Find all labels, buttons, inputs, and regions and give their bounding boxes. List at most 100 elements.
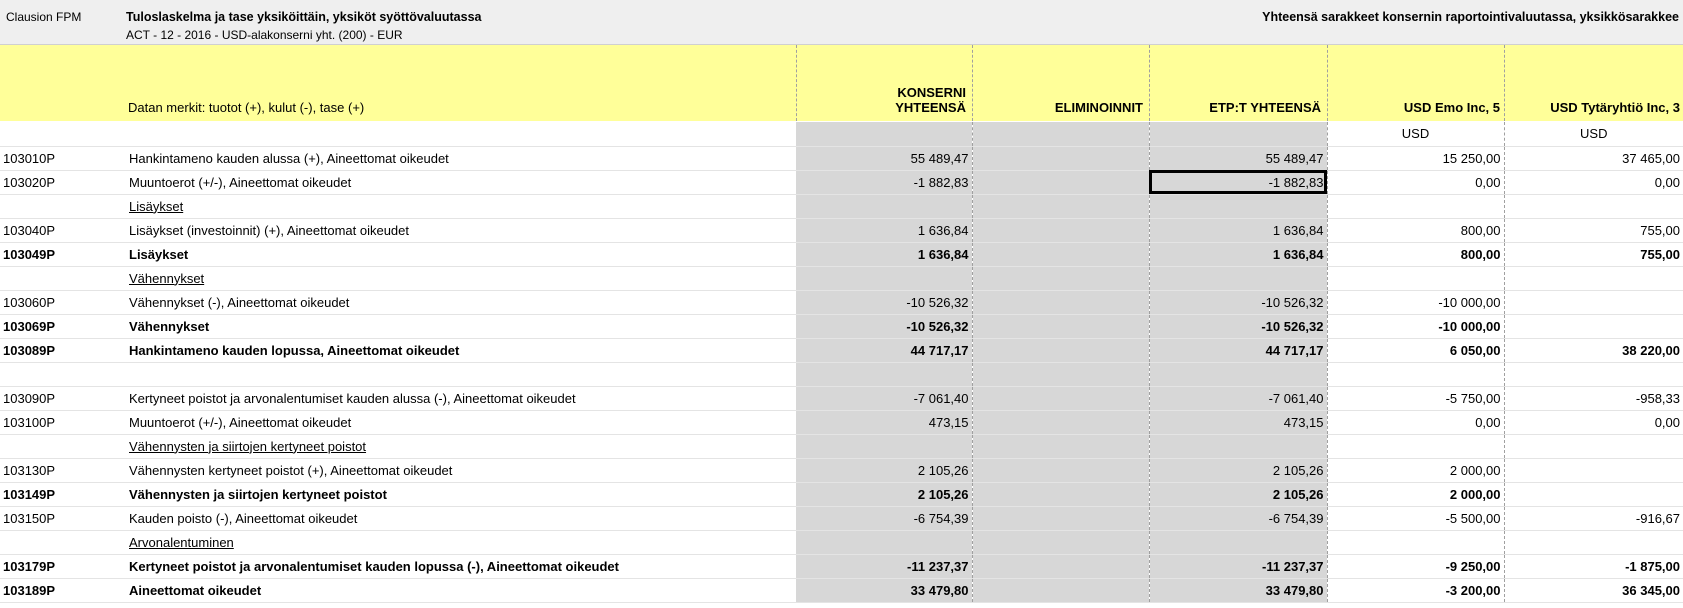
cell-usd-tytaryhtio[interactable] — [1504, 482, 1683, 507]
cell-usd-tytaryhtio[interactable] — [1504, 266, 1683, 291]
cell-konserni[interactable]: -6 754,39 — [796, 506, 973, 531]
cell-usd-emo[interactable]: -3 200,00 — [1327, 578, 1505, 603]
cell-code[interactable]: 103150P — [0, 506, 126, 531]
cell-code[interactable] — [0, 266, 126, 291]
cell-code[interactable] — [0, 122, 126, 147]
cell-etp[interactable]: 2 105,26 — [1149, 482, 1328, 507]
cell-usd-tytaryhtio[interactable]: 755,00 — [1504, 218, 1683, 243]
cell-eliminoinnit[interactable] — [972, 122, 1150, 147]
cell-code[interactable]: 103060P — [0, 290, 126, 315]
cell-usd-tytaryhtio[interactable] — [1504, 290, 1683, 315]
cell-desc[interactable]: Kertyneet poistot ja arvonalentumiset ka… — [126, 554, 796, 579]
cell-desc[interactable]: Vähennykset — [126, 314, 796, 339]
cell-etp[interactable] — [1149, 266, 1328, 291]
cell-usd-tytaryhtio[interactable]: 36 345,00 — [1504, 578, 1683, 603]
cell-desc[interactable]: Vähennysten ja siirtojen kertyneet poist… — [126, 434, 796, 459]
cell-desc[interactable]: Arvonalentuminen — [126, 530, 796, 555]
cell-desc[interactable]: Vähennysten kertyneet poistot (+), Ainee… — [126, 458, 796, 483]
cell-usd-tytaryhtio[interactable]: 0,00 — [1504, 410, 1683, 435]
cell-konserni[interactable] — [796, 194, 973, 219]
cell-usd-emo[interactable] — [1327, 266, 1505, 291]
cell-konserni[interactable]: 2 105,26 — [796, 482, 973, 507]
cell-usd-tytaryhtio[interactable] — [1504, 530, 1683, 555]
cell-desc[interactable]: Muuntoerot (+/-), Aineettomat oikeudet — [126, 410, 796, 435]
cell-code[interactable]: 103189P — [0, 578, 126, 603]
desc-column-header[interactable]: Datan merkit: tuotot (+), kulut (-), tas… — [128, 100, 364, 115]
cell-konserni[interactable]: -7 061,40 — [796, 386, 973, 411]
cell-usd-tytaryhtio[interactable]: 0,00 — [1504, 170, 1683, 195]
cell-etp[interactable]: -6 754,39 — [1149, 506, 1328, 531]
cell-eliminoinnit[interactable] — [972, 242, 1150, 267]
cell-konserni[interactable]: 44 717,17 — [796, 338, 973, 363]
cell-usd-emo[interactable] — [1327, 362, 1505, 387]
cell-usd-emo[interactable]: -10 000,00 — [1327, 314, 1505, 339]
cell-usd-tytaryhtio[interactable] — [1504, 458, 1683, 483]
cell-usd-tytaryhtio[interactable]: 38 220,00 — [1504, 338, 1683, 363]
cell-usd-emo[interactable]: 0,00 — [1327, 410, 1505, 435]
cell-desc[interactable]: Vähennykset (-), Aineettomat oikeudet — [126, 290, 796, 315]
cell-desc[interactable]: Vähennykset — [126, 266, 796, 291]
cell-eliminoinnit[interactable] — [972, 362, 1150, 387]
cell-konserni[interactable]: -10 526,32 — [796, 290, 973, 315]
cell-konserni[interactable] — [796, 362, 973, 387]
cell-eliminoinnit[interactable] — [972, 170, 1150, 195]
cell-code[interactable]: 103049P — [0, 242, 126, 267]
cell-konserni[interactable] — [796, 266, 973, 291]
cell-etp[interactable] — [1149, 434, 1328, 459]
cell-desc[interactable] — [126, 362, 796, 387]
cell-etp[interactable]: 44 717,17 — [1149, 338, 1328, 363]
cell-konserni[interactable]: -1 882,83 — [796, 170, 973, 195]
column-header-etp-yhteensa[interactable]: ETP:T YHTEENSÄ — [1149, 100, 1321, 115]
cell-konserni[interactable]: 33 479,80 — [796, 578, 973, 603]
cell-desc[interactable] — [126, 122, 796, 147]
column-header-usd-tytaryhtio[interactable]: USD Tytäryhtiö Inc, 3 — [1504, 100, 1680, 115]
cell-usd-tytaryhtio[interactable] — [1504, 194, 1683, 219]
cell-code[interactable]: 103040P — [0, 218, 126, 243]
cell-eliminoinnit[interactable] — [972, 410, 1150, 435]
cell-usd-emo[interactable]: -5 750,00 — [1327, 386, 1505, 411]
cell-eliminoinnit[interactable] — [972, 218, 1150, 243]
cell-desc[interactable]: Hankintameno kauden lopussa, Aineettomat… — [126, 338, 796, 363]
cell-etp[interactable] — [1149, 530, 1328, 555]
cell-desc[interactable]: Lisäykset — [126, 194, 796, 219]
cell-eliminoinnit[interactable] — [972, 338, 1150, 363]
cell-usd-emo-currency[interactable]: USD — [1327, 122, 1505, 147]
cell-eliminoinnit[interactable] — [972, 434, 1150, 459]
cell-code[interactable]: 103089P — [0, 338, 126, 363]
cell-usd-tytaryhtio[interactable]: -1 875,00 — [1504, 554, 1683, 579]
cell-code[interactable] — [0, 434, 126, 459]
cell-usd-tytaryhtio[interactable]: 37 465,00 — [1504, 146, 1683, 171]
cell-konserni[interactable] — [796, 122, 973, 147]
cell-usd-tytaryhtio[interactable] — [1504, 314, 1683, 339]
cell-etp[interactable]: -11 237,37 — [1149, 554, 1328, 579]
cell-eliminoinnit[interactable] — [972, 290, 1150, 315]
cell-konserni[interactable] — [796, 434, 973, 459]
cell-eliminoinnit[interactable] — [972, 314, 1150, 339]
cell-code[interactable]: 103069P — [0, 314, 126, 339]
cell-usd-tytaryhtio[interactable] — [1504, 434, 1683, 459]
cell-etp[interactable]: -7 061,40 — [1149, 386, 1328, 411]
column-header-eliminoinnit[interactable]: ELIMINOINNIT — [972, 100, 1143, 115]
cell-desc[interactable]: Kauden poisto (-), Aineettomat oikeudet — [126, 506, 796, 531]
cell-eliminoinnit[interactable] — [972, 386, 1150, 411]
cell-code[interactable]: 103149P — [0, 482, 126, 507]
cell-usd-emo[interactable] — [1327, 530, 1505, 555]
cell-desc[interactable]: Lisäykset — [126, 242, 796, 267]
cell-konserni[interactable]: 1 636,84 — [796, 218, 973, 243]
cell-eliminoinnit[interactable] — [972, 530, 1150, 555]
cell-eliminoinnit[interactable] — [972, 578, 1150, 603]
cell-usd-emo[interactable]: 800,00 — [1327, 242, 1505, 267]
cell-usd-tytaryhtio[interactable]: 755,00 — [1504, 242, 1683, 267]
cell-usd-tytaryhtio[interactable]: -916,67 — [1504, 506, 1683, 531]
cell-etp[interactable]: -1 882,83 — [1149, 170, 1328, 195]
cell-eliminoinnit[interactable] — [972, 554, 1150, 579]
cell-desc[interactable]: Muuntoerot (+/-), Aineettomat oikeudet — [126, 170, 796, 195]
column-header-konserni[interactable]: KONSERNI YHTEENSÄ — [796, 85, 966, 115]
cell-code[interactable]: 103010P — [0, 146, 126, 171]
cell-eliminoinnit[interactable] — [972, 482, 1150, 507]
cell-konserni[interactable]: 2 105,26 — [796, 458, 973, 483]
cell-usd-emo[interactable] — [1327, 434, 1505, 459]
cell-etp[interactable]: 1 636,84 — [1149, 242, 1328, 267]
cell-konserni[interactable]: -10 526,32 — [796, 314, 973, 339]
cell-etp[interactable]: 2 105,26 — [1149, 458, 1328, 483]
